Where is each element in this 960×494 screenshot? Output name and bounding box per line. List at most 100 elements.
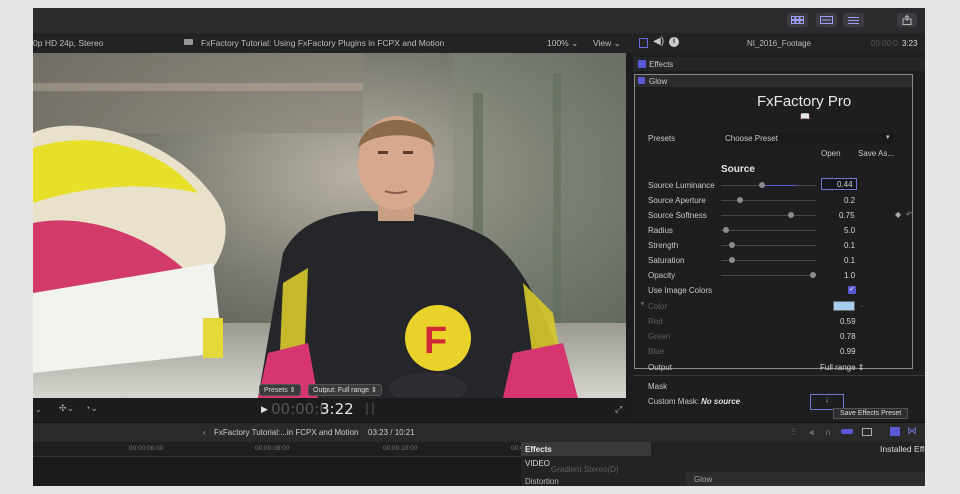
- playback-bar: ⌄ ✣⌄ ◔⌄ ▶ 00:00:0 3:22 ⤢: [33, 398, 633, 422]
- clip-appearance-icon[interactable]: [862, 428, 872, 436]
- effects-category-header[interactable]: Effects: [521, 442, 651, 456]
- clapper-icon: [184, 39, 193, 45]
- custom-mask-value: No source: [701, 397, 741, 406]
- info-inspector-icon[interactable]: i: [669, 37, 679, 47]
- presets-label: Presets: [648, 134, 676, 143]
- brand-title: FxFactory Pro: [757, 93, 852, 110]
- video-image: F: [33, 53, 626, 398]
- book-icon[interactable]: 📖: [800, 112, 810, 121]
- speed-menu[interactable]: ◔⌄: [85, 403, 98, 414]
- fullscreen-icon[interactable]: ⤢: [615, 404, 622, 415]
- glow-checkbox[interactable]: [638, 77, 645, 84]
- category-distortion[interactable]: Distortion: [525, 477, 559, 486]
- blue-label: Blue: [648, 347, 665, 356]
- param-value-source-aperture[interactable]: 0.2: [844, 196, 855, 205]
- divider: [633, 375, 925, 376]
- color-swatch-arrow-icon[interactable]: ⌄: [859, 301, 865, 309]
- param-value-saturation[interactable]: 0.1: [844, 256, 855, 265]
- grid-icon: [791, 16, 804, 24]
- green-value[interactable]: 0.78: [840, 332, 856, 341]
- save-effects-preset-button[interactable]: Save Effects Preset: [833, 408, 909, 419]
- slider-source-aperture[interactable]: [721, 200, 816, 201]
- clip-duration: 3:23: [902, 39, 918, 48]
- skimming-toggle[interactable]: [841, 429, 853, 434]
- source-luminance-field[interactable]: 0.44: [821, 178, 857, 190]
- glow-effect-item[interactable]: Glow: [686, 472, 925, 486]
- presets-chip-label: Presets: [264, 387, 288, 394]
- effects-browser-toggle[interactable]: [890, 427, 900, 436]
- transform-tool-menu[interactable]: ✣⌄: [59, 403, 74, 414]
- slider-knob[interactable]: [737, 197, 743, 203]
- color-swatch[interactable]: [833, 301, 855, 311]
- reset-icon[interactable]: ↶: [906, 210, 913, 219]
- slider-knob[interactable]: [759, 182, 765, 188]
- timeline-header: ‹ FxFactory Tutorial:...in FCPX and Moti…: [33, 422, 925, 443]
- effects-checkbox[interactable]: [638, 60, 646, 68]
- snapping-icon[interactable]: ⫷: [809, 427, 814, 438]
- param-value-source-softness[interactable]: 0.75: [839, 211, 855, 220]
- zoom-value: 100%: [547, 38, 569, 48]
- inspector-panel: Effects Glow FxFactory Pro 📖 Presets Cho…: [633, 53, 925, 418]
- use-image-colors-checkbox[interactable]: ✓: [848, 286, 856, 294]
- presets-popup[interactable]: Presets ⇕: [259, 384, 301, 396]
- blue-value[interactable]: 0.99: [840, 347, 856, 356]
- param-value-opacity[interactable]: 1.0: [844, 271, 855, 280]
- view-menu[interactable]: View ⌄: [593, 38, 621, 49]
- green-label: Green: [648, 332, 671, 341]
- param-label-source-softness: Source Softness: [648, 211, 707, 220]
- slider-knob[interactable]: [729, 242, 735, 248]
- timeline-toggle-button[interactable]: [816, 13, 837, 27]
- slider-knob[interactable]: [810, 272, 816, 278]
- param-label-radius: Radius: [648, 226, 673, 235]
- video-frame[interactable]: F: [33, 53, 626, 398]
- slider-opacity[interactable]: [721, 275, 816, 276]
- view-options-menu[interactable]: ⌄: [35, 405, 42, 414]
- slider-fill: [761, 185, 797, 186]
- viewer-title: FxFactory Tutorial: Using FxFactory Plug…: [201, 38, 445, 48]
- glow-effect-box: [634, 74, 913, 369]
- output-dropdown[interactable]: Full range ⇕: [820, 363, 865, 372]
- inspector-toggle-button[interactable]: [843, 13, 864, 27]
- timeline-area[interactable]: [33, 457, 521, 486]
- preset-value: Choose Preset: [725, 134, 778, 143]
- headphones-icon[interactable]: ∩: [825, 427, 831, 437]
- slider-radius[interactable]: [721, 230, 816, 231]
- dropdown-arrow-icon: ▾: [886, 134, 890, 141]
- back-arrow-icon[interactable]: ‹: [203, 428, 206, 437]
- save-as-button[interactable]: Save As...: [858, 149, 894, 158]
- param-value-radius[interactable]: 5.0: [844, 226, 855, 235]
- share-button[interactable]: [897, 13, 917, 27]
- color-disclosure-icon[interactable]: ▼: [639, 301, 646, 308]
- slider-saturation[interactable]: [721, 260, 816, 261]
- red-value[interactable]: 0.59: [840, 317, 856, 326]
- transitions-browser-icon[interactable]: ⋈: [907, 426, 917, 437]
- browser-toggle-button[interactable]: [787, 13, 808, 27]
- red-label: Red: [648, 317, 663, 326]
- audio-waveform-icon[interactable]: ⫶⫶: [791, 427, 796, 438]
- slider-strength[interactable]: [721, 245, 816, 246]
- sliders-icon: [848, 16, 859, 24]
- video-inspector-icon[interactable]: [639, 38, 648, 48]
- section-title: Source: [721, 164, 755, 175]
- open-button[interactable]: Open: [821, 149, 841, 158]
- zoom-menu[interactable]: 100% ⌄: [547, 38, 578, 49]
- slider-knob[interactable]: [729, 257, 735, 263]
- effects-label: Effects: [649, 60, 674, 69]
- slider-knob[interactable]: [723, 227, 729, 233]
- play-button[interactable]: ▶: [261, 404, 268, 415]
- installed-effects-menu[interactable]: Installed Effects ⇕: [880, 444, 925, 455]
- output-popup[interactable]: Output: Full range ⇕: [308, 384, 382, 396]
- effects-browser-label: Effects: [525, 445, 552, 454]
- slider-knob[interactable]: [788, 212, 794, 218]
- timeline-ruler[interactable]: 00:00:06:00 00:00:08:00 00:00:10:00 00:0…: [33, 442, 545, 457]
- installed-effects-label: Installed Effects: [880, 444, 925, 454]
- project-name: FxFactory Tutorial:...in FCPX and Motion: [214, 428, 359, 437]
- keyframe-icon[interactable]: ◆: [895, 210, 901, 219]
- top-toolbar: [33, 8, 925, 34]
- param-value-strength[interactable]: 0.1: [844, 241, 855, 250]
- category-dim[interactable]: Gradient Stereo(D): [551, 465, 619, 474]
- preset-dropdown[interactable]: Choose Preset ▾: [723, 133, 893, 144]
- audio-inspector-icon[interactable]: ◀): [653, 36, 664, 47]
- slider-source-softness[interactable]: [721, 215, 816, 216]
- category-video[interactable]: VIDEO: [525, 459, 550, 468]
